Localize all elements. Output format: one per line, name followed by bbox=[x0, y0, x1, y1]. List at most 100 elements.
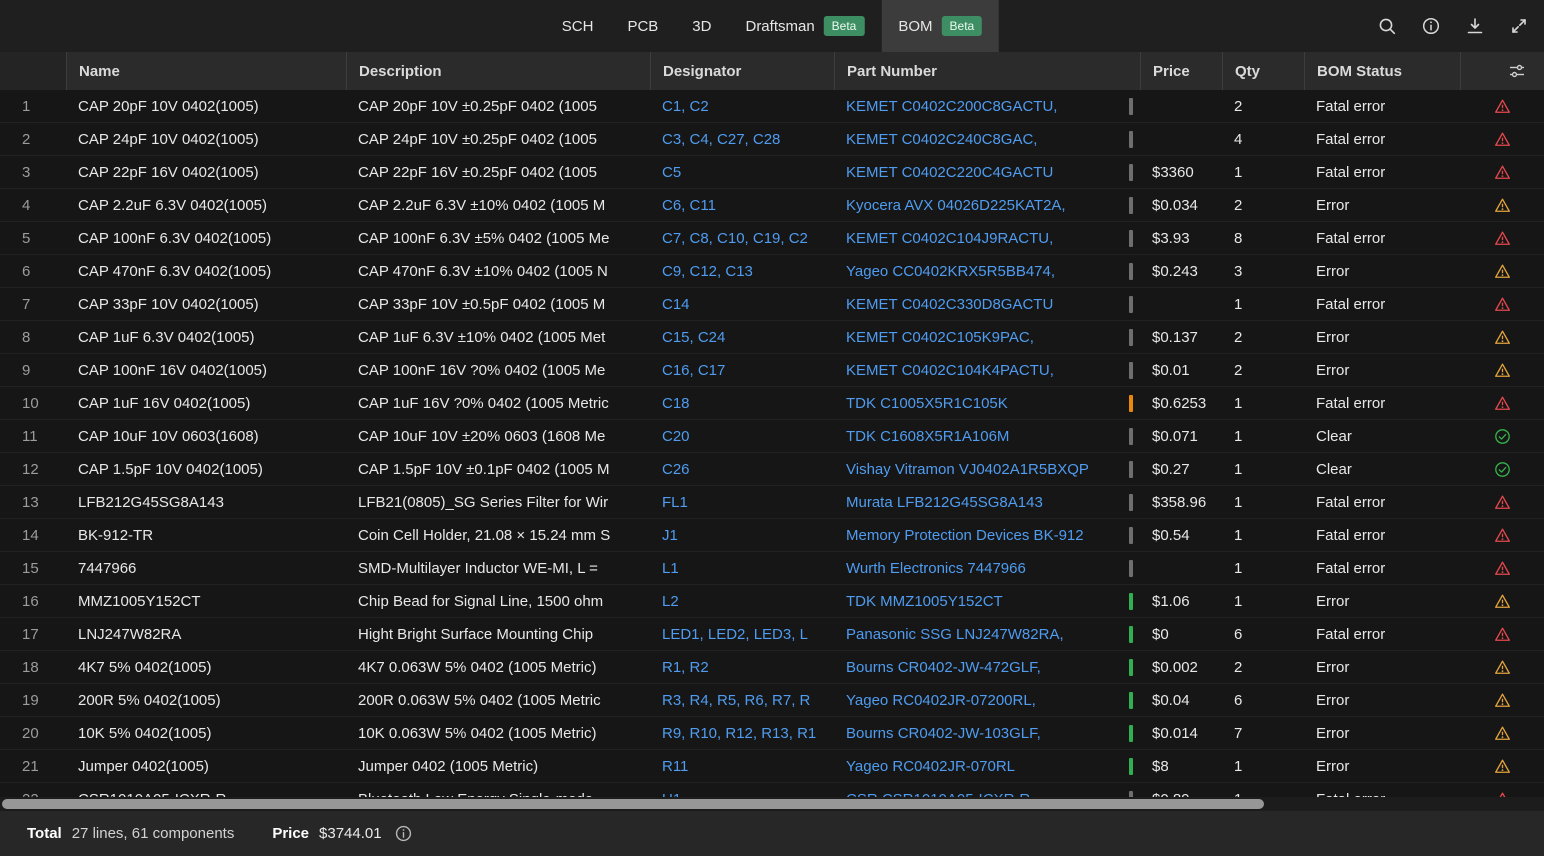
table-row[interactable]: 6 CAP 470nF 6.3V 0402(1005) CAP 470nF 6.… bbox=[0, 255, 1544, 288]
cell-part-number[interactable]: KEMET C0402C200C8GACTU, bbox=[834, 98, 1122, 115]
column-header-qty[interactable]: Qty bbox=[1222, 52, 1304, 90]
table-row[interactable]: 1 CAP 20pF 10V 0402(1005) CAP 20pF 10V ±… bbox=[0, 90, 1544, 123]
cell-designator[interactable]: C20 bbox=[650, 428, 834, 445]
cell-designator[interactable]: C5 bbox=[650, 164, 834, 181]
tab-draftsman[interactable]: Draftsman Beta bbox=[728, 0, 881, 52]
table-row[interactable]: 2 CAP 24pF 10V 0402(1005) CAP 24pF 10V ±… bbox=[0, 123, 1544, 156]
table-row[interactable]: 16 MMZ1005Y152CT Chip Bead for Signal Li… bbox=[0, 585, 1544, 618]
row-number: 14 bbox=[0, 527, 66, 544]
cell-part-number[interactable]: Wurth Electronics 7447966 bbox=[834, 560, 1122, 577]
cell-part-number[interactable]: TDK C1005X5R1C105K bbox=[834, 395, 1122, 412]
table-row[interactable]: 13 LFB212G45SG8A143 LFB21(0805)_SG Serie… bbox=[0, 486, 1544, 519]
cell-part-number[interactable]: Yageo RC0402JR-07200RL, bbox=[834, 692, 1122, 709]
tab-bom[interactable]: BOM Beta bbox=[881, 0, 999, 52]
info-icon[interactable] bbox=[1414, 9, 1448, 43]
cell-designator[interactable]: R11 bbox=[650, 758, 834, 775]
column-header-name[interactable]: Name bbox=[66, 52, 346, 90]
table-row[interactable]: 10 CAP 1uF 16V 0402(1005) CAP 1uF 16V ?0… bbox=[0, 387, 1544, 420]
cell-part-number[interactable]: KEMET C0402C330D8GACTU bbox=[834, 296, 1122, 313]
status-fatal-error-icon bbox=[1460, 131, 1544, 148]
search-icon[interactable] bbox=[1370, 9, 1404, 43]
column-header-designator[interactable]: Designator bbox=[650, 52, 834, 90]
cell-designator[interactable]: L2 bbox=[650, 593, 834, 610]
stock-bar bbox=[1129, 362, 1133, 379]
column-header-price[interactable]: Price bbox=[1140, 52, 1222, 90]
cell-designator[interactable]: C6, C11 bbox=[650, 197, 834, 214]
cell-part-number[interactable]: Panasonic SSG LNJ247W82RA, bbox=[834, 626, 1122, 643]
cell-designator[interactable]: L1 bbox=[650, 560, 834, 577]
cell-part-number[interactable]: TDK MMZ1005Y152CT bbox=[834, 593, 1122, 610]
table-row[interactable]: 7 CAP 33pF 10V 0402(1005) CAP 33pF 10V ±… bbox=[0, 288, 1544, 321]
tab-3d[interactable]: 3D bbox=[675, 0, 728, 52]
cell-description: CAP 20pF 10V ±0.25pF 0402 (1005 bbox=[346, 98, 650, 115]
cell-description: CAP 100nF 16V ?0% 0402 (1005 Me bbox=[346, 362, 650, 379]
cell-designator[interactable]: C7, C8, C10, C19, C2 bbox=[650, 230, 834, 247]
download-icon[interactable] bbox=[1458, 9, 1492, 43]
cell-part-number[interactable]: Kyocera AVX 04026D225KAT2A, bbox=[834, 197, 1122, 214]
stock-bar bbox=[1129, 494, 1133, 511]
table-row[interactable]: 18 4K7 5% 0402(1005) 4K7 0.063W 5% 0402 … bbox=[0, 651, 1544, 684]
column-header-description[interactable]: Description bbox=[346, 52, 650, 90]
cell-part-number[interactable]: Memory Protection Devices BK-912 bbox=[834, 527, 1122, 544]
cell-part-number[interactable]: Yageo RC0402JR-070RL bbox=[834, 758, 1122, 775]
table-row[interactable]: 21 Jumper 0402(1005) Jumper 0402 (1005 M… bbox=[0, 750, 1544, 783]
tab-pcb[interactable]: PCB bbox=[610, 0, 675, 52]
table-row[interactable]: 14 BK-912-TR Coin Cell Holder, 21.08 × 1… bbox=[0, 519, 1544, 552]
cell-designator[interactable]: C18 bbox=[650, 395, 834, 412]
status-fatal-error-icon bbox=[1460, 296, 1544, 313]
table-row[interactable]: 3 CAP 22pF 16V 0402(1005) CAP 22pF 16V ±… bbox=[0, 156, 1544, 189]
scrollbar-thumb[interactable] bbox=[2, 799, 1264, 809]
cell-designator[interactable]: J1 bbox=[650, 527, 834, 544]
table-row[interactable]: 15 7447966 SMD-Multilayer Inductor WE-MI… bbox=[0, 552, 1544, 585]
cell-part-number[interactable]: KEMET C0402C104J9RACTU, bbox=[834, 230, 1122, 247]
cell-part-number[interactable]: KEMET C0402C104K4PACTU, bbox=[834, 362, 1122, 379]
cell-part-number[interactable]: Vishay Vitramon VJ0402A1R5BXQP bbox=[834, 461, 1122, 478]
column-settings-icon[interactable] bbox=[1460, 52, 1544, 90]
table-row[interactable]: 11 CAP 10uF 10V 0603(1608) CAP 10uF 10V … bbox=[0, 420, 1544, 453]
stock-bar-cell bbox=[1122, 651, 1140, 683]
cell-designator[interactable]: C16, C17 bbox=[650, 362, 834, 379]
table-row[interactable]: 5 CAP 100nF 6.3V 0402(1005) CAP 100nF 6.… bbox=[0, 222, 1544, 255]
table-row[interactable]: 19 200R 5% 0402(1005) 200R 0.063W 5% 040… bbox=[0, 684, 1544, 717]
row-number: 21 bbox=[0, 758, 66, 775]
cell-designator[interactable]: LED1, LED2, LED3, L bbox=[650, 626, 834, 643]
table-row[interactable]: 22 CSR1010A05-ICXR-R Bluetooth Low Energ… bbox=[0, 783, 1544, 797]
price-info-icon[interactable] bbox=[394, 824, 413, 843]
cell-designator[interactable]: R9, R10, R12, R13, R1 bbox=[650, 725, 834, 742]
tab-sch[interactable]: SCH bbox=[545, 0, 611, 52]
cell-part-number[interactable]: TDK C1608X5R1A106M bbox=[834, 428, 1122, 445]
cell-part-number[interactable]: Yageo CC0402KRX5R5BB474, bbox=[834, 263, 1122, 280]
cell-price: $0.071 bbox=[1140, 428, 1222, 445]
cell-designator[interactable]: C15, C24 bbox=[650, 329, 834, 346]
row-number: 2 bbox=[0, 131, 66, 148]
cell-designator[interactable]: C14 bbox=[650, 296, 834, 313]
cell-designator[interactable]: FL1 bbox=[650, 494, 834, 511]
cell-designator[interactable]: C26 bbox=[650, 461, 834, 478]
table-row[interactable]: 9 CAP 100nF 16V 0402(1005) CAP 100nF 16V… bbox=[0, 354, 1544, 387]
cell-qty: 3 bbox=[1222, 263, 1304, 280]
table-row[interactable]: 12 CAP 1.5pF 10V 0402(1005) CAP 1.5pF 10… bbox=[0, 453, 1544, 486]
cell-part-number[interactable]: KEMET C0402C105K9PAC, bbox=[834, 329, 1122, 346]
cell-designator[interactable]: C1, C2 bbox=[650, 98, 834, 115]
cell-part-number[interactable]: Bourns CR0402-JW-472GLF, bbox=[834, 659, 1122, 676]
cell-designator[interactable]: R1, R2 bbox=[650, 659, 834, 676]
cell-part-number[interactable]: KEMET C0402C220C4GACTU bbox=[834, 164, 1122, 181]
cell-designator[interactable]: C9, C12, C13 bbox=[650, 263, 834, 280]
horizontal-scrollbar[interactable] bbox=[0, 797, 1544, 811]
cell-price: $0.137 bbox=[1140, 329, 1222, 346]
table-row[interactable]: 20 10K 5% 0402(1005) 10K 0.063W 5% 0402 … bbox=[0, 717, 1544, 750]
column-header-part-number[interactable]: Part Number bbox=[834, 52, 1140, 90]
column-header-bom-status[interactable]: BOM Status bbox=[1304, 52, 1460, 90]
cell-name: CAP 20pF 10V 0402(1005) bbox=[66, 98, 346, 115]
cell-designator[interactable]: R3, R4, R5, R6, R7, R bbox=[650, 692, 834, 709]
table-row[interactable]: 8 CAP 1uF 6.3V 0402(1005) CAP 1uF 6.3V ±… bbox=[0, 321, 1544, 354]
row-number: 5 bbox=[0, 230, 66, 247]
expand-icon[interactable] bbox=[1502, 9, 1536, 43]
table-row[interactable]: 17 LNJ247W82RA Hight Bright Surface Moun… bbox=[0, 618, 1544, 651]
table-row[interactable]: 4 CAP 2.2uF 6.3V 0402(1005) CAP 2.2uF 6.… bbox=[0, 189, 1544, 222]
cell-part-number[interactable]: KEMET C0402C240C8GAC, bbox=[834, 131, 1122, 148]
cell-part-number[interactable]: Bourns CR0402-JW-103GLF, bbox=[834, 725, 1122, 742]
cell-part-number[interactable]: Murata LFB212G45SG8A143 bbox=[834, 494, 1122, 511]
cell-designator[interactable]: C3, C4, C27, C28 bbox=[650, 131, 834, 148]
stock-bar bbox=[1129, 626, 1133, 643]
